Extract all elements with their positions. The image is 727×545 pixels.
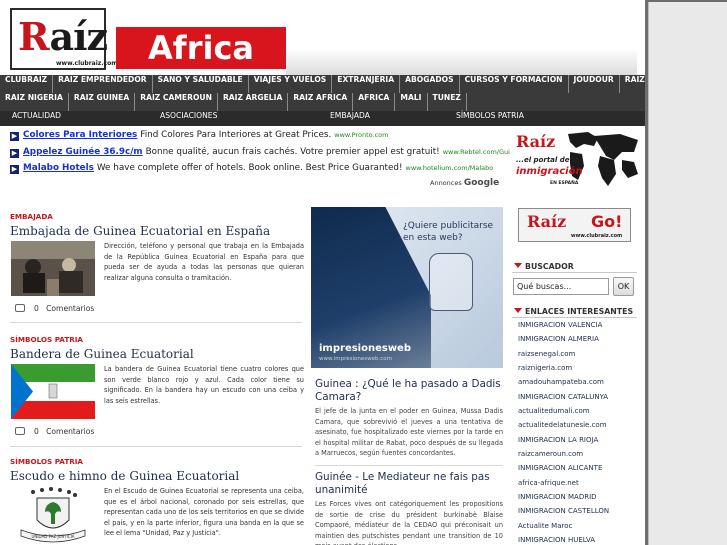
header-shade: [286, 48, 637, 75]
links-heading: ENLACES INTERESANTES: [512, 306, 637, 318]
raiz-go-banner[interactable]: Raíz Go! www.clubraiz.com: [518, 208, 631, 242]
arrow-right-icon: ▶: [10, 132, 19, 141]
comments-link[interactable]: 0 Comentarios: [15, 304, 94, 313]
link-item[interactable]: INMIGRACION CASTELLON: [518, 507, 636, 521]
post-title[interactable]: Escudo e himno de Guinea Ecuatorial: [10, 468, 304, 484]
link-item[interactable]: africa-afrique.net: [518, 479, 636, 493]
nav-raiz-senegal[interactable]: RAIZ SENEGAL: [620, 75, 645, 93]
main-nav: CLUBRAIZ RAIZ EMPRENDEDOR SANO Y SALUDAB…: [0, 75, 645, 93]
news-item: Guinée - Le Mediateur ne fais pas unanim…: [315, 471, 503, 545]
nav-cursos-y-formacion[interactable]: CURSOS Y FORMACION: [460, 75, 569, 93]
nav-abogados[interactable]: ABOGADOS: [400, 75, 460, 93]
ad-brand: impresionesweb: [319, 343, 412, 354]
link-item[interactable]: INMIGRACION HUELVA: [518, 536, 636, 545]
nav-africa[interactable]: AFRICA: [353, 93, 396, 111]
post-category[interactable]: SÍMBOLOS PATRIA: [10, 457, 304, 467]
divider: [10, 322, 302, 323]
flag-equatorial-guinea-image[interactable]: [11, 364, 95, 419]
svg-text:UNIDAD PAZ JUSTICIA: UNIDAD PAZ JUSTICIA: [31, 534, 74, 539]
comments-link[interactable]: 0 Comentarios: [15, 427, 94, 436]
post-excerpt: Dirección, teléfono y personal que traba…: [104, 242, 304, 282]
ad-item[interactable]: ▶ Malabo Hotels We have complete offer of …: [10, 163, 493, 178]
search-button[interactable]: OK: [613, 277, 634, 296]
nav-mali[interactable]: MALI: [395, 93, 428, 111]
post-title[interactable]: Bandera de Guinea Ecuatorial: [10, 346, 304, 362]
link-item[interactable]: Actualite Maroc: [518, 522, 636, 536]
news-excerpt: El jefe de la junta en el poder en Guine…: [315, 407, 503, 458]
comment-icon: [15, 427, 25, 435]
post-category[interactable]: SÍMBOLOS PATRIA: [10, 335, 304, 345]
nav-sano-y-saludable[interactable]: SANO Y SALUDABLE: [153, 75, 249, 93]
nav-tunez[interactable]: TUNEZ: [428, 93, 467, 111]
arrow-right-icon: ▶: [10, 165, 19, 174]
nav-raiz-cameroun[interactable]: RAIZ CAMEROUN: [135, 93, 218, 111]
search-heading: BUSCADOR: [512, 261, 637, 273]
link-item[interactable]: amadouhampateba.com: [518, 378, 636, 392]
link-item[interactable]: INMIGRACION MADRID: [518, 493, 636, 507]
nav-clubraiz[interactable]: CLUBRAIZ: [0, 75, 54, 93]
divider: [315, 465, 503, 466]
post-embajada: EMBAJADA Embajada de Guinea Ecuatorial e…: [10, 212, 304, 313]
arrow-right-icon: ▶: [10, 149, 19, 158]
pointer-hand-icon: [429, 253, 473, 311]
scroll-track[interactable]: [648, 2, 727, 545]
divider: [10, 446, 302, 447]
search-input[interactable]: [513, 278, 609, 295]
link-item[interactable]: raizsenegal.com: [518, 350, 636, 364]
news-title[interactable]: Guinée - Le Mediateur ne fais pas unanim…: [315, 471, 503, 496]
links-list: INMIGRACION VALENCIA INMIGRACION ALMERIA…: [518, 321, 636, 545]
nav-asociaciones[interactable]: ASOCIACIONES: [160, 111, 217, 126]
text-ads: ▶ Colores Para Interiores Find Colores Par…: [10, 128, 522, 192]
post-excerpt: En el Escudo de Guinea Ecuatorial se rep…: [104, 487, 305, 537]
triangle-down-icon: [514, 308, 522, 313]
browser-background: [645, 0, 727, 545]
ads-by-google[interactable]: Annonces Google: [430, 178, 499, 188]
link-item[interactable]: actualitedelatunesie.com: [518, 421, 636, 435]
post-excerpt: La bandera de Guinea Ecuatorial tiene cu…: [104, 365, 304, 405]
coat-of-arms-image[interactable]: UNIDAD PAZ JUSTICIA: [11, 486, 95, 545]
comment-icon: [15, 304, 25, 312]
link-item[interactable]: INMIGRACION CATALUNYA: [518, 393, 636, 407]
post-escudo: SÍMBOLOS PATRIA Escudo e himno de Guinea…: [10, 457, 304, 545]
nav-raiz-emprendedor[interactable]: RAIZ EMPRENDEDOR: [53, 75, 153, 93]
link-item[interactable]: INMIGRACION ALICANTE: [518, 464, 636, 478]
raiz-immigration-banner[interactable]: Raíz ...el portal de la inmigración EN E…: [510, 130, 641, 190]
ad-item[interactable]: ▶ Appelez Guinée 36.9c/m Bonne qualité, au…: [10, 147, 522, 162]
ad-item[interactable]: ▶ Colores Para Interiores Find Colores Par…: [10, 130, 388, 145]
africa-logo[interactable]: Africa: [116, 27, 286, 69]
link-item[interactable]: actualitedumali.com: [518, 407, 636, 421]
nav-extranjeria[interactable]: EXTRANJERIA: [332, 75, 401, 93]
post-category[interactable]: EMBAJADA: [10, 212, 304, 222]
section-nav: ACTUALIDAD ASOCIACIONES EMBAJADA SÍMBOLO…: [0, 111, 645, 126]
news-title[interactable]: Guinea : ¿Qué le ha pasado a Dadis Camar…: [315, 378, 503, 403]
nav-raiz-argelia[interactable]: RAIZ ARGELIA: [218, 93, 289, 111]
nav-joudour[interactable]: JOUDOUR: [569, 75, 620, 93]
raiz-logo[interactable]: Raíz www.clubraiz.com: [10, 8, 117, 70]
link-item[interactable]: raizcameroun.com: [518, 450, 636, 464]
post-title[interactable]: Embajada de Guinea Ecuatorial en España: [10, 223, 304, 239]
news-item: Guinea : ¿Qué le ha pasado a Dadis Camar…: [315, 378, 503, 459]
nav-actualidad[interactable]: ACTUALIDAD: [12, 111, 61, 126]
impresionesweb-ad[interactable]: ¿Quiere publicitarse en esta web? impres…: [311, 207, 503, 368]
triangle-down-icon: [514, 263, 522, 268]
nav-raiz-guinea[interactable]: RAIZ GUINEA: [69, 93, 136, 111]
nav-raiz-nigeria[interactable]: RAIZ NIGERIA: [0, 93, 69, 111]
africa-logo-text: Africa: [148, 29, 254, 67]
raiz-logo-url: www.clubraiz.com: [56, 60, 118, 67]
country-nav: RAIZ NIGERIA RAIZ GUINEA RAIZ CAMEROUN R…: [0, 93, 645, 111]
post-image-embassy[interactable]: [11, 241, 95, 296]
link-item[interactable]: raiznigeria.com: [518, 364, 636, 378]
link-item[interactable]: INMIGRACION VALENCIA: [518, 321, 636, 335]
post-bandera: SÍMBOLOS PATRIA Bandera de Guinea Ecuato…: [10, 335, 304, 436]
news-excerpt: Les Forces vives ont catégoriquement les…: [315, 500, 503, 545]
site-header: Raíz www.clubraiz.com Africa: [0, 0, 645, 75]
nav-viajes-y-vuelos[interactable]: VIAJES Y VUELOS: [249, 75, 333, 93]
link-item[interactable]: INMIGRACION ALMERIA: [518, 335, 636, 349]
nav-embajada[interactable]: EMBAJADA: [330, 111, 370, 126]
nav-simbolos-patria[interactable]: SÍMBOLOS PATRIA: [456, 111, 524, 126]
ad-brand-url: www.impresionesweb.com: [319, 356, 393, 362]
nav-raiz-africa[interactable]: RAIZ AFRICA: [288, 93, 354, 111]
page: Raíz www.clubraiz.com Africa CLUBRAIZ RA…: [0, 0, 645, 545]
link-item[interactable]: INMIGRACION LA RIOJA: [518, 436, 636, 450]
